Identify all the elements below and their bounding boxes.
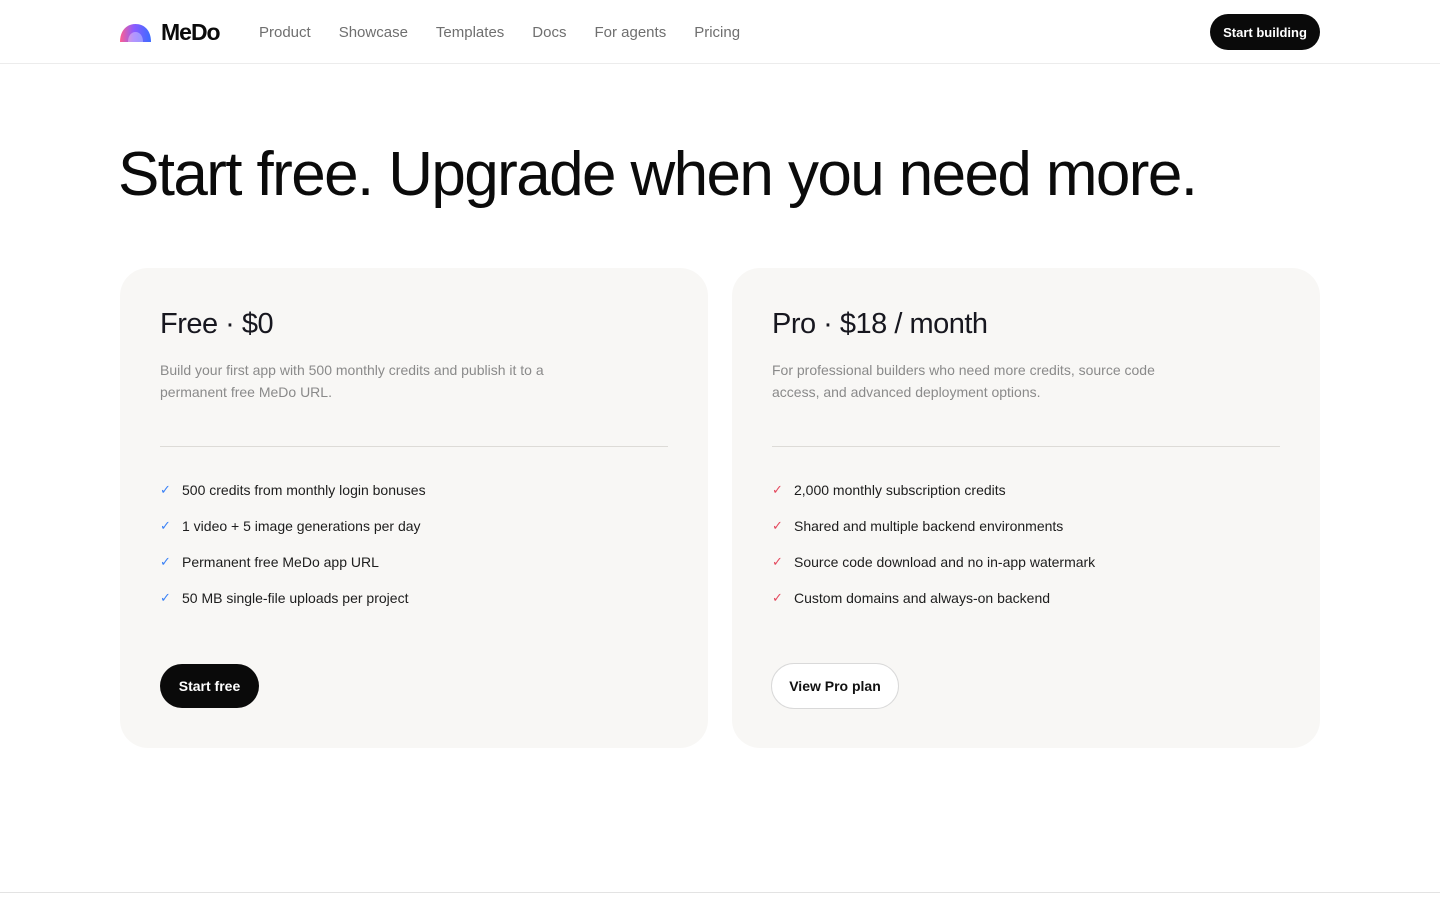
nav-item-pricing[interactable]: Pricing bbox=[694, 24, 740, 41]
feature-item: ✓ Custom domains and always-on backend bbox=[772, 587, 1095, 609]
plan-description: Build your first app with 500 monthly cr… bbox=[160, 362, 544, 400]
feature-item: ✓ Permanent free MeDo app URL bbox=[160, 551, 426, 573]
start-building-button[interactable]: Start building bbox=[1210, 14, 1320, 50]
page-headline: Start free. Upgrade when you need more. bbox=[118, 140, 1198, 209]
feature-list: ✓ 2,000 monthly subscription credits ✓ S… bbox=[772, 479, 1095, 623]
free-plan-card: Free · $0 Build your first app with 500 … bbox=[120, 268, 708, 748]
plan-description: For professional builders who need more … bbox=[772, 362, 1155, 400]
plan-title: Pro · $18 / month bbox=[772, 308, 988, 340]
divider bbox=[160, 446, 668, 447]
feature-item: ✓ 50 MB single-file uploads per project bbox=[160, 587, 426, 609]
feature-item: ✓ Source code download and no in-app wat… bbox=[772, 551, 1095, 573]
feature-text: Custom domains and always-on backend bbox=[794, 590, 1051, 606]
check-icon: ✓ bbox=[772, 482, 783, 497]
start-free-button[interactable]: Start free bbox=[160, 664, 259, 708]
feature-text: Source code download and no in-app water… bbox=[794, 554, 1096, 570]
feature-text: 2,000 monthly subscription credits bbox=[794, 482, 1006, 498]
feature-text: 50 MB single-file uploads per project bbox=[182, 590, 409, 606]
feature-item: ✓ 1 video + 5 image generations per day bbox=[160, 515, 426, 537]
nav-item-templates[interactable]: Templates bbox=[436, 24, 504, 41]
check-icon: ✓ bbox=[160, 554, 171, 569]
main-nav: Product Showcase Templates Docs For agen… bbox=[259, 0, 740, 64]
check-icon: ✓ bbox=[160, 482, 171, 497]
nav-item-docs[interactable]: Docs bbox=[532, 24, 566, 41]
nav-item-for-agents[interactable]: For agents bbox=[594, 24, 666, 41]
feature-item: ✓ 2,000 monthly subscription credits bbox=[772, 479, 1095, 501]
rainbow-arc-icon bbox=[120, 24, 151, 42]
brand-name: MeDo bbox=[161, 18, 221, 45]
divider bbox=[772, 446, 1280, 447]
feature-item: ✓ Shared and multiple backend environmen… bbox=[772, 515, 1095, 537]
feature-item: ✓ 500 credits from monthly login bonuses bbox=[160, 479, 426, 501]
check-icon: ✓ bbox=[772, 554, 783, 569]
nav-item-showcase[interactable]: Showcase bbox=[339, 24, 408, 41]
feature-text: 1 video + 5 image generations per day bbox=[182, 518, 421, 534]
feature-text: 500 credits from monthly login bonuses bbox=[182, 482, 426, 498]
feature-text: Permanent free MeDo app URL bbox=[182, 554, 379, 570]
footer-divider bbox=[0, 892, 1440, 893]
view-pro-plan-button[interactable]: View Pro plan bbox=[771, 663, 899, 709]
feature-text: Shared and multiple backend environments bbox=[794, 518, 1064, 534]
nav-item-product[interactable]: Product bbox=[259, 24, 311, 41]
check-icon: ✓ bbox=[772, 518, 783, 533]
brand-logo[interactable]: MeDo bbox=[120, 16, 221, 48]
feature-list: ✓ 500 credits from monthly login bonuses… bbox=[160, 479, 426, 623]
check-icon: ✓ bbox=[160, 518, 171, 533]
check-icon: ✓ bbox=[772, 590, 783, 605]
plan-title: Free · $0 bbox=[160, 308, 274, 340]
check-icon: ✓ bbox=[160, 590, 171, 605]
top-navbar: MeDo Product Showcase Templates Docs For… bbox=[0, 0, 1440, 64]
pro-plan-card: Pro · $18 / month For professional build… bbox=[732, 268, 1320, 748]
